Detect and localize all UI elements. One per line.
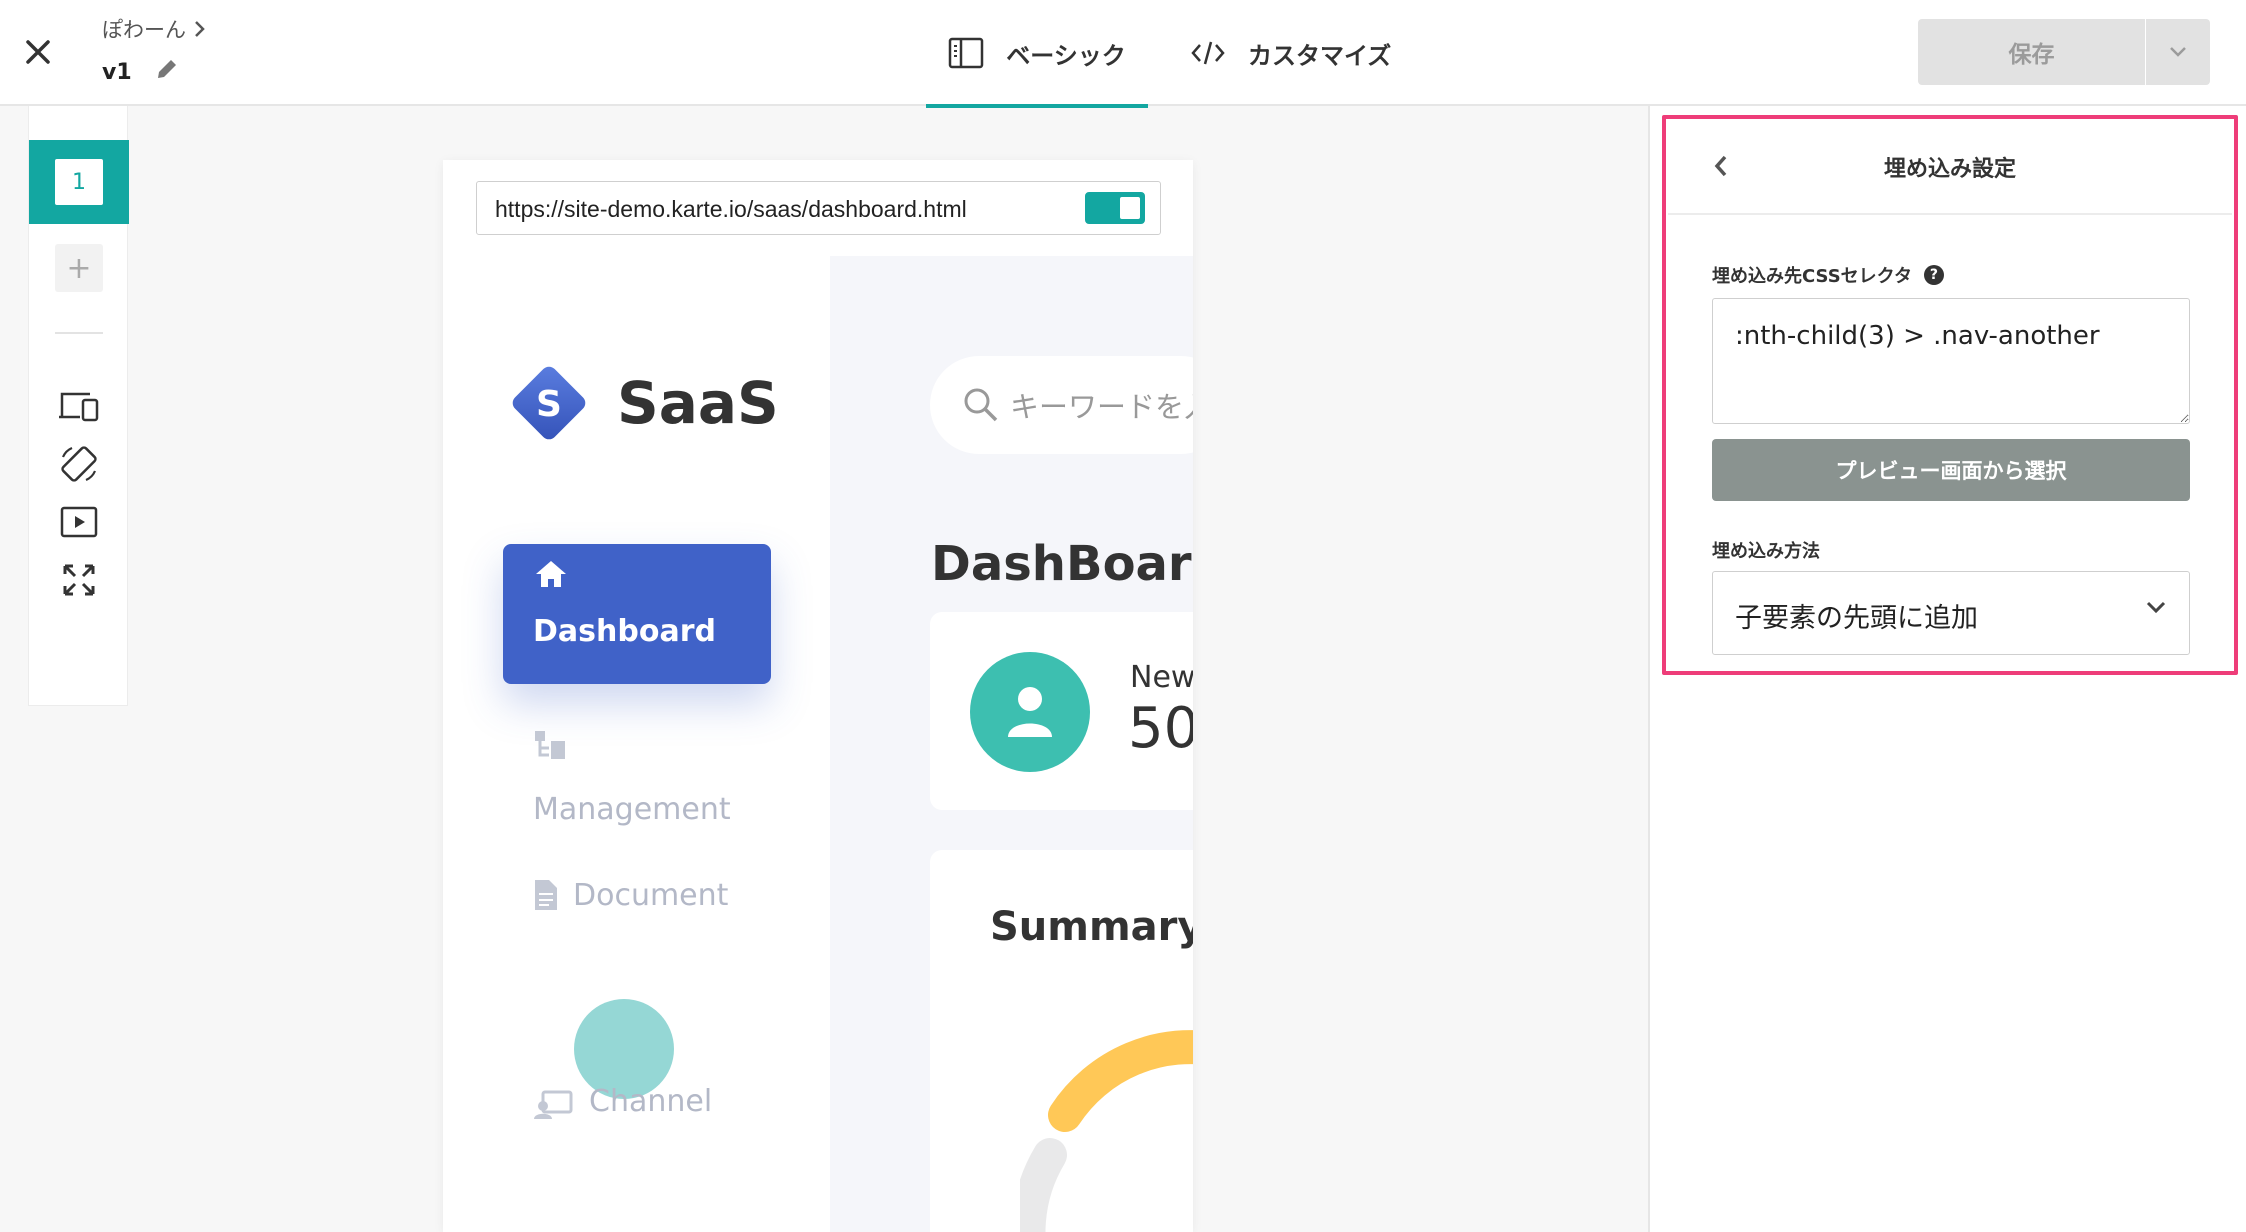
highlight-box xyxy=(1662,115,2238,675)
nav-item-document[interactable]: Document xyxy=(573,878,728,913)
summary-card: Summary xyxy=(930,850,1193,1232)
devices-icon xyxy=(59,392,99,422)
avatar xyxy=(970,652,1090,772)
stat-label: New xyxy=(1130,660,1193,695)
edit-name-button[interactable] xyxy=(154,56,180,88)
page-title: DashBoard xyxy=(931,536,1193,592)
code-icon xyxy=(1191,41,1225,65)
layout-panel-icon xyxy=(948,37,984,69)
fullscreen-button[interactable] xyxy=(57,558,101,602)
search-placeholder: キーワードを入 xyxy=(1010,390,1193,424)
page-selector[interactable]: 1 xyxy=(29,140,129,224)
nav-item-management[interactable]: Management xyxy=(533,792,731,827)
site-sidebar: S SaaS Dashboard Management Document Cha… xyxy=(443,256,830,1232)
chevron-right-icon xyxy=(195,21,205,37)
site-main: キーワードを入 DashBoard New 50 Summary xyxy=(830,256,1193,1232)
nav-item-channel[interactable]: Channel xyxy=(589,1084,712,1119)
tab-basic-label: ベーシック xyxy=(1006,41,1126,70)
add-page-button[interactable]: + xyxy=(55,244,103,292)
tab-basic[interactable]: ベーシック xyxy=(926,0,1148,108)
stat-card: New 50 xyxy=(930,612,1193,810)
fullscreen-icon xyxy=(63,564,95,596)
top-bar: ぽわーん v1 ベーシック カスタマイズ 保存 xyxy=(0,0,2246,108)
home-icon xyxy=(536,561,566,587)
left-toolbar: 1 + xyxy=(28,106,129,706)
logo-text: SaaS xyxy=(617,369,779,437)
search-icon xyxy=(964,388,998,422)
device-switch-button[interactable] xyxy=(57,384,101,428)
chevron-down-icon xyxy=(2170,47,2186,57)
summary-title: Summary xyxy=(990,904,1193,950)
url-text: https://site-demo.karte.io/saas/dashboar… xyxy=(495,196,967,222)
version-row: v1 xyxy=(102,56,180,88)
saas-logo-icon: S xyxy=(512,366,586,440)
play-preview-button[interactable] xyxy=(57,500,101,544)
site-logo[interactable]: S SaaS xyxy=(507,361,779,445)
rotate-icon xyxy=(61,446,97,482)
toggle-knob xyxy=(1120,197,1140,219)
page-number: 1 xyxy=(55,159,103,205)
url-bar[interactable]: https://site-demo.karte.io/saas/dashboar… xyxy=(476,181,1161,235)
breadcrumb-label: ぽわーん xyxy=(102,18,186,42)
save-button[interactable]: 保存 xyxy=(1918,19,2146,85)
breadcrumb[interactable]: ぽわーん xyxy=(102,14,206,44)
save-group: 保存 xyxy=(1918,19,2210,85)
play-icon xyxy=(60,506,98,538)
toolbar-divider xyxy=(55,332,103,334)
stat-value: 50 xyxy=(1128,696,1193,761)
save-dropdown-button[interactable] xyxy=(2146,19,2210,85)
version-label: v1 xyxy=(102,59,132,85)
site-preview[interactable]: https://site-demo.karte.io/saas/dashboar… xyxy=(443,160,1193,1232)
donut-chart xyxy=(1020,1030,1193,1232)
nav-item-dashboard[interactable]: Dashboard xyxy=(503,544,771,684)
logo-letter: S xyxy=(536,384,562,425)
tab-customize[interactable]: カスタマイズ xyxy=(1148,0,1411,106)
nav-label-dashboard: Dashboard xyxy=(533,614,716,649)
document-icon xyxy=(535,880,557,910)
close-icon xyxy=(26,40,50,64)
site-search[interactable]: キーワードを入 xyxy=(930,356,1193,454)
url-toggle[interactable] xyxy=(1085,192,1145,224)
tab-customize-label: カスタマイズ xyxy=(1248,41,1392,70)
user-icon xyxy=(1008,687,1052,737)
management-icon xyxy=(535,731,565,759)
channel-icon xyxy=(534,1090,573,1119)
rotate-button[interactable] xyxy=(57,442,101,486)
mode-tabs: ベーシック カスタマイズ xyxy=(926,0,1411,108)
pencil-icon xyxy=(157,60,176,78)
close-button[interactable] xyxy=(18,30,58,74)
